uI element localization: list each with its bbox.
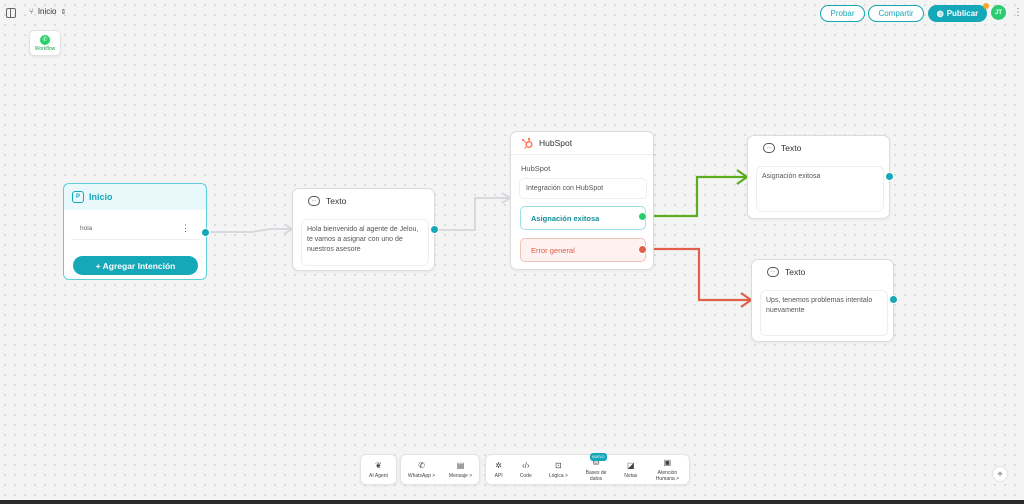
start-node-title: Inicio [89,192,113,202]
whatsapp-icon: ✆ [40,34,50,45]
human-agent-icon: ▣ [663,457,672,467]
message-icon: ▤ [456,460,465,470]
intent-menu-icon[interactable]: ⋮ [181,223,190,234]
toolbar-group-channels: ✆ WhatsApp > ▤ Mensaje > [400,454,480,485]
edge-start-to-text [206,228,292,233]
tool-ai-agent[interactable]: ❦ AI Agent [369,461,388,479]
ai-agent-icon: ❦ [375,460,382,470]
hubspot-icon [521,137,533,149]
success-port[interactable] [638,212,647,221]
tool-api[interactable]: ✲ API [495,461,503,479]
tool-label: Notas [624,472,638,479]
text-node-title: Texto [781,143,802,153]
note-icon: ◪ [626,460,635,470]
success-branch[interactable]: Asignación exitosa [520,206,646,230]
tool-label: API [494,472,503,479]
tool-databases[interactable]: NUEVO ⛁ Bases de datos [585,452,607,482]
tool-label: WhatsApp > [407,472,436,479]
chevron-updown-icon: ⇕ [60,8,67,16]
tool-notes[interactable]: ◪ Notas [624,461,637,479]
text-node-success[interactable]: ··· Texto Asignación exitosa [747,135,890,219]
start-flag-icon: P [72,191,84,203]
tool-label: Code [519,472,532,479]
tool-whatsapp[interactable]: ✆ WhatsApp > [408,461,435,479]
chat-icon: ··· [767,267,779,277]
flow-selector[interactable]: ⑂ Inicio ⇕ [29,7,66,16]
chat-icon: ··· [308,196,320,206]
text-node-error[interactable]: ··· Texto Ups, tenemos problemas intenta… [751,259,894,342]
hubspot-subtitle: HubSpot [521,164,551,173]
hubspot-node-title: HubSpot [539,138,573,148]
sidebar-toggle-icon[interactable] [6,8,16,18]
publish-label: Publicar [946,9,979,18]
code-icon: ‹/› [521,460,530,470]
tool-label: Lógica > [548,472,568,479]
window-bottom-edge [0,500,1024,504]
recenter-icon[interactable]: ⌖ [992,466,1008,482]
logic-icon: ⊡ [555,460,562,470]
api-icon: ✲ [495,460,502,470]
text-node-title: Texto [785,267,806,277]
edge-text-to-hubspot [435,197,510,231]
text-node-3-output-port[interactable] [889,295,898,304]
branch-icon: ⑂ [29,7,34,16]
intent-item[interactable]: hola ⋮ [71,218,199,240]
tool-label: Atención Humana > [655,469,679,482]
toolbar-group-tools: ✲ API ‹/› Code ⊡ Lógica > NUEVO ⛁ Bases … [485,452,690,485]
flow-name: Inicio [37,7,57,16]
hubspot-description: Integración con HubSpot [520,179,646,198]
hubspot-node[interactable]: HubSpot HubSpot Integración con HubSpot … [510,131,654,270]
text-node-body: Asignación exitosa [757,167,883,211]
edge-success [643,175,747,218]
tool-label: AI Agent [369,472,388,479]
tool-label: Bases de datos [585,469,607,482]
error-port[interactable] [638,245,647,254]
new-badge: NUEVO [590,452,607,461]
edge-error [643,247,751,302]
error-branch[interactable]: Error general [520,238,646,262]
tool-label: Mensaje > [448,472,473,479]
toolbar-group-ai: ❦ AI Agent [360,454,397,485]
text-node-title: Texto [326,196,347,206]
text-node-body: Ups, tenemos problemas intentalo nuevame… [761,291,887,335]
globe-icon: ◍ [936,9,944,18]
whatsapp-icon: ✆ [418,460,425,470]
share-button[interactable]: Compartir [868,5,924,22]
text-node-1-output-port[interactable] [430,225,439,234]
tool-logic[interactable]: ⊡ Lógica > [549,461,568,479]
chat-icon: ··· [763,143,775,153]
tool-code[interactable]: ‹/› Code [520,461,532,479]
tool-message[interactable]: ▤ Mensaje > [449,461,472,479]
test-button[interactable]: Probar [820,5,865,22]
workflow-badge[interactable]: ✆ Workflow [29,30,61,56]
tool-human[interactable]: ▣ Atención Humana > [654,458,680,482]
avatar[interactable]: JT [991,5,1006,20]
more-menu-icon[interactable]: ⋮ [1013,5,1023,20]
start-output-port[interactable] [201,228,210,237]
text-node-welcome[interactable]: ··· Texto Hola bienvenido al agente de J… [292,188,435,271]
text-node-body: Hola bienvenido al agente de Jelou, te v… [302,220,428,265]
workflow-label: Workflow [34,45,56,52]
add-intent-button[interactable]: + Agregar Intención [73,256,198,275]
text-node-2-output-port[interactable] [885,172,894,181]
start-node[interactable]: P Inicio hola ⋮ + Agregar Intención [63,183,207,280]
notification-dot [983,3,989,9]
intent-label: hola [80,225,93,232]
publish-button[interactable]: ◍ Publicar [928,5,987,22]
